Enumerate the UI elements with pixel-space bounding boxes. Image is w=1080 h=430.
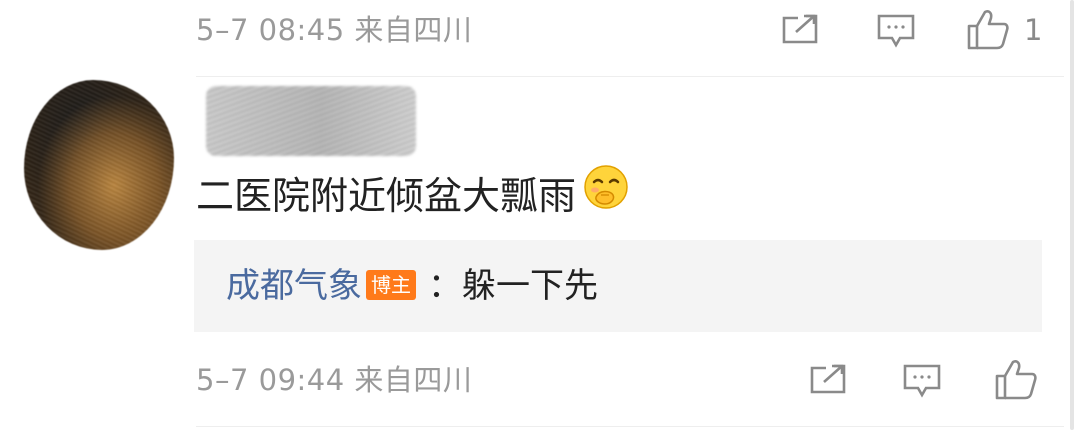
reply-username[interactable]: 成都气象 — [226, 266, 362, 306]
divider — [196, 76, 1064, 77]
laughing-emoji-icon — [582, 163, 630, 228]
previous-comment-meta-row: 5–7 08:45 来自四川 1 — [0, 0, 1064, 60]
reply-line: 成都气象 博主 ：躲一下先 — [226, 240, 598, 332]
comment-icon[interactable] — [902, 362, 942, 398]
username-redacted[interactable] — [206, 86, 416, 156]
scrollbar[interactable] — [1070, 0, 1074, 430]
comment-text: 二医院附近倾盆大瓢雨 — [196, 174, 577, 218]
like-count: 1 — [1024, 13, 1043, 47]
share-icon[interactable] — [780, 12, 820, 48]
comment-icon[interactable] — [876, 12, 916, 48]
thumbs-up-icon[interactable] — [994, 358, 1038, 400]
thumbs-up-icon[interactable] — [966, 8, 1010, 50]
share-icon[interactable] — [808, 362, 848, 398]
blogger-badge: 博主 — [366, 269, 416, 300]
comment-time-location: 5–7 08:45 来自四川 — [196, 13, 473, 47]
comment-meta-row: 5–7 09:44 来自四川 — [0, 350, 1064, 410]
divider — [196, 426, 1064, 427]
comment-time-location: 5–7 09:44 来自四川 — [196, 363, 473, 397]
comment-content: 二医院附近倾盆大瓢雨 — [196, 163, 630, 228]
reply-text: ：躲一下先 — [428, 266, 598, 306]
avatar[interactable] — [24, 80, 174, 250]
reply-box[interactable]: 成都气象 博主 ：躲一下先 — [194, 240, 1042, 332]
